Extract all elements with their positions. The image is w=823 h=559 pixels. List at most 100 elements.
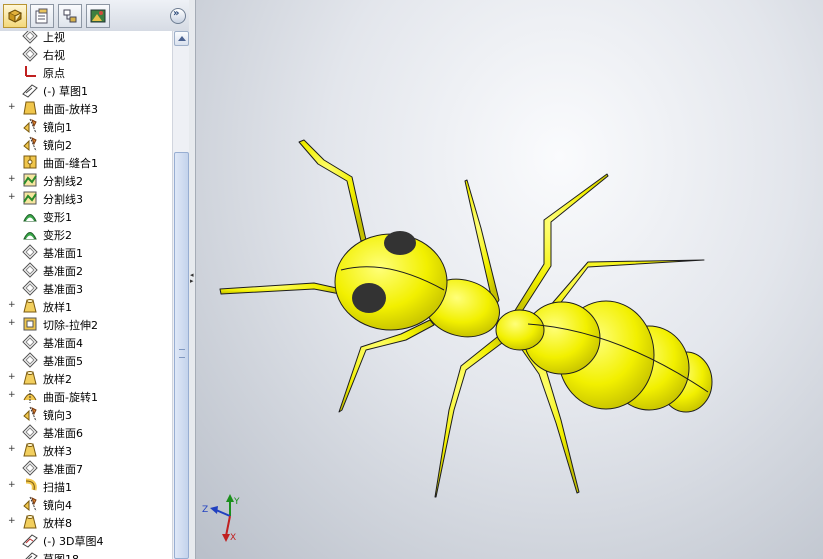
tree-item[interactable]: + 分割线3 bbox=[0, 189, 172, 207]
cut-extrude-icon bbox=[22, 316, 38, 332]
tree-item[interactable]: + 扫描1 bbox=[0, 477, 172, 495]
tree-item[interactable]: 变形1 bbox=[0, 207, 172, 225]
configuration-manager-tab[interactable] bbox=[58, 4, 82, 28]
tree-item[interactable]: 右视 bbox=[0, 45, 172, 63]
feature-tree: 上视 右视 原点 (-) 草图1 + 曲面-放样3 镜向1 镜向2 曲面-缝合1 + 分割线2 + 分割… bbox=[0, 31, 172, 559]
deform-icon bbox=[22, 226, 38, 242]
tree-item[interactable]: 变形2 bbox=[0, 225, 172, 243]
expand-icon[interactable]: + bbox=[8, 481, 16, 490]
expand-icon[interactable]: + bbox=[8, 391, 16, 400]
tree-item-label: 曲面-放样3 bbox=[43, 103, 98, 116]
tree-item[interactable]: 基准面4 bbox=[0, 333, 172, 351]
tree-item-label: 放样2 bbox=[43, 373, 72, 386]
expand-icon[interactable]: + bbox=[8, 517, 16, 526]
expand-icon[interactable]: + bbox=[8, 319, 16, 328]
panel-splitter[interactable]: ◂ ▸ bbox=[189, 0, 196, 559]
tree-item[interactable]: 基准面7 bbox=[0, 459, 172, 477]
tree-item[interactable]: 基准面2 bbox=[0, 261, 172, 279]
tree-item[interactable]: + 曲面-放样3 bbox=[0, 99, 172, 117]
coordinate-triad: Y Z X bbox=[202, 494, 240, 543]
tree-item-label: 原点 bbox=[43, 67, 65, 80]
tree-item-label: 镜向3 bbox=[43, 409, 72, 422]
tree-item[interactable]: 基准面6 bbox=[0, 423, 172, 441]
tree-item[interactable]: 曲面-缝合1 bbox=[0, 153, 172, 171]
plane-icon bbox=[22, 46, 38, 62]
tree-item-label: 扫描1 bbox=[43, 481, 72, 494]
tree-item-label: 镜向4 bbox=[43, 499, 72, 512]
mirror-icon bbox=[22, 496, 38, 512]
deform-icon bbox=[22, 208, 38, 224]
eye-lower bbox=[352, 283, 386, 313]
antenna-upper bbox=[298, 139, 367, 242]
tree-item-label: (-) 3D草图4 bbox=[43, 535, 104, 548]
plane-icon bbox=[22, 334, 38, 350]
tree-item[interactable]: (-) 草图1 bbox=[0, 81, 172, 99]
expand-icon[interactable]: + bbox=[8, 445, 16, 454]
loft-icon bbox=[22, 370, 38, 386]
tree-item[interactable]: 基准面5 bbox=[0, 351, 172, 369]
split-line-icon bbox=[22, 190, 38, 206]
configuration-icon bbox=[63, 9, 77, 23]
scroll-up-button[interactable] bbox=[174, 31, 189, 46]
sketch-icon bbox=[22, 82, 38, 98]
tree-item[interactable]: + 放样1 bbox=[0, 297, 172, 315]
ant-model[interactable] bbox=[196, 0, 823, 559]
middle-leg-left bbox=[434, 333, 507, 498]
tree-item-label: 放样1 bbox=[43, 301, 72, 314]
tree-item[interactable]: 上视 bbox=[0, 31, 172, 45]
feature-manager-tab[interactable] bbox=[3, 4, 27, 28]
expand-panel-button[interactable]: » bbox=[170, 8, 186, 24]
tree-item[interactable]: + 切除-拉伸2 bbox=[0, 315, 172, 333]
tree-item-label: 变形1 bbox=[43, 211, 72, 224]
eye-upper bbox=[384, 231, 416, 255]
surface-revolve-icon bbox=[22, 388, 38, 404]
splitter-arrows-icon: ◂ ▸ bbox=[190, 271, 194, 285]
mirror-icon bbox=[22, 136, 38, 152]
tree-item[interactable]: (-) 3D草图4 bbox=[0, 531, 172, 549]
tree-item[interactable]: 镜向1 bbox=[0, 117, 172, 135]
graphics-area[interactable]: Y Z X bbox=[196, 0, 823, 559]
scroll-thumb[interactable] bbox=[174, 152, 189, 559]
tree-item-label: 基准面5 bbox=[43, 355, 83, 368]
tree-item[interactable]: 原点 bbox=[0, 63, 172, 81]
tree-item-label: 放样3 bbox=[43, 445, 72, 458]
tree-item[interactable]: 镜向3 bbox=[0, 405, 172, 423]
tree-item[interactable]: + 曲面-旋转1 bbox=[0, 387, 172, 405]
tree-item[interactable]: + 分割线2 bbox=[0, 171, 172, 189]
tree-item[interactable]: 镜向2 bbox=[0, 135, 172, 153]
sketch-icon bbox=[22, 550, 38, 559]
tree-item-label: 基准面3 bbox=[43, 283, 83, 296]
triad-z-label: Z bbox=[202, 505, 208, 515]
expand-icon[interactable]: + bbox=[8, 103, 16, 112]
triad-x-label: X bbox=[230, 533, 236, 543]
sweep-icon bbox=[22, 478, 38, 494]
tree-item-label: 基准面2 bbox=[43, 265, 83, 278]
expand-icon[interactable]: + bbox=[8, 175, 16, 184]
tree-item[interactable]: + 放样3 bbox=[0, 441, 172, 459]
plane-icon bbox=[22, 352, 38, 368]
mirror-icon bbox=[22, 406, 38, 422]
expand-icon[interactable]: + bbox=[8, 301, 16, 310]
tree-scrollbar[interactable] bbox=[172, 31, 189, 559]
expand-icon[interactable]: + bbox=[8, 193, 16, 202]
mirror-icon bbox=[22, 118, 38, 134]
expand-icon[interactable]: + bbox=[8, 373, 16, 382]
tree-item-label: 基准面7 bbox=[43, 463, 83, 476]
plane-icon bbox=[22, 31, 38, 44]
tree-item[interactable]: 草图18 bbox=[0, 549, 172, 559]
tree-item-label: 曲面-缝合1 bbox=[43, 157, 98, 170]
tree-item-label: 分割线3 bbox=[43, 193, 83, 206]
tree-item[interactable]: 基准面3 bbox=[0, 279, 172, 297]
loft-icon bbox=[22, 442, 38, 458]
tree-item[interactable]: + 放样2 bbox=[0, 369, 172, 387]
manager-tab-bar: » bbox=[0, 0, 189, 32]
plane-icon bbox=[22, 460, 38, 476]
tree-item[interactable]: 镜向4 bbox=[0, 495, 172, 513]
tree-item[interactable]: 基准面1 bbox=[0, 243, 172, 261]
feature-tree-icon bbox=[7, 9, 23, 23]
property-manager-tab[interactable] bbox=[30, 4, 54, 28]
tree-item-label: 基准面6 bbox=[43, 427, 83, 440]
tree-item[interactable]: + 放样8 bbox=[0, 513, 172, 531]
display-manager-tab[interactable] bbox=[86, 4, 110, 28]
surface-knit-icon bbox=[22, 154, 38, 170]
